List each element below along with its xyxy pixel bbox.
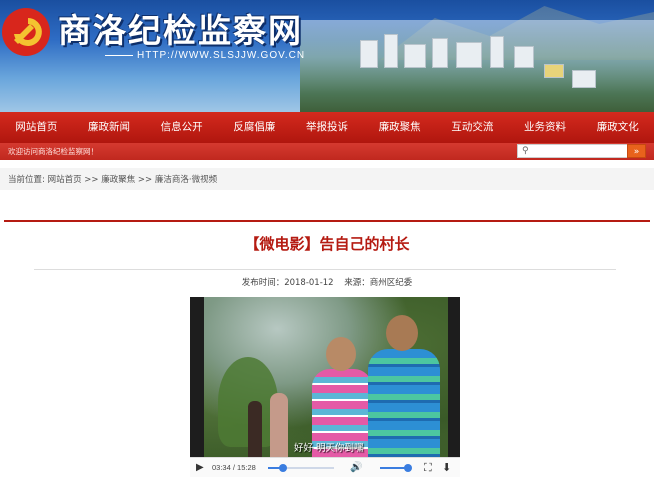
volume-icon[interactable]: 🔊 [350,462,362,473]
video-figure [368,315,440,459]
breadcrumb-text[interactable]: 当前位置: 网站首页 >> 廉政聚焦 >> 廉洁商洛·微视频 [8,173,217,185]
video-figure [248,401,262,457]
banner-cityscape [300,20,654,112]
article-source: 来源：商州区纪委 [344,278,413,288]
video-letterbox-left [190,297,204,477]
progress-handle[interactable] [279,464,288,472]
search-button[interactable]: » [627,144,646,158]
search-input[interactable] [534,146,624,156]
main-nav: 网站首页 廉政新闻 信息公开 反腐倡廉 举报投诉 廉政聚焦 互动交流 业务资料 廉政文化 [0,112,654,143]
section-divider [4,220,650,222]
volume-slider[interactable] [380,464,412,472]
video-figure [312,337,372,459]
nav-item[interactable]: 网站首页 [0,112,73,143]
video-time: 03:34 / 15:28 [212,463,256,472]
nav-item[interactable]: 廉政文化 [581,112,654,143]
header-banner: 商洛纪检监察网 HTTP://WWW.SLSJJW.GOV.CN [0,0,654,112]
welcome-bar: 欢迎访问商洛纪检监察网！ ⚲ » [0,143,654,160]
nav-item[interactable]: 举报投诉 [291,112,364,143]
welcome-message: 欢迎访问商洛纪检监察网！ [8,147,98,156]
video-letterbox-right [448,297,460,477]
nav-item[interactable]: 互动交流 [436,112,509,143]
volume-handle[interactable] [404,464,412,472]
article-meta: 发布时间：2018-01-12 来源：商州区纪委 [0,276,654,288]
video-controls: ▶ 03:34 / 15:28 🔊 ⛶ ⬇ [190,457,460,477]
site-title[interactable]: 商洛纪检监察网 [58,4,303,52]
nav-item[interactable]: 业务资料 [509,112,582,143]
video-subtitle: 好好 明天你到嘿 [294,443,364,454]
article-title: 【微电影】告自己的村长 [244,235,410,253]
nav-item[interactable]: 廉政聚焦 [363,112,436,143]
progress-bar[interactable] [268,464,334,472]
title-divider [34,269,616,270]
fullscreen-icon[interactable]: ⛶ [424,461,432,475]
download-icon[interactable]: ⬇ [442,461,451,474]
breadcrumb: 当前位置: 网站首页 >> 廉政聚焦 >> 廉洁商洛·微视频 [0,168,654,190]
play-icon[interactable]: ▶ [196,462,204,473]
double-chevron-right-icon: » [633,147,640,157]
site-url: HTTP://WWW.SLSJJW.GOV.CN [105,50,305,61]
video-player[interactable]: 好好 明天你到嘿 ▶ 03:34 / 15:28 🔊 ⛶ ⬇ [190,297,460,477]
video-figure [270,393,288,457]
party-emblem-icon [2,8,50,56]
search-box[interactable]: ⚲ [517,144,629,158]
search-icon: ⚲ [522,146,529,156]
publish-date: 发布时间：2018-01-12 [241,278,334,288]
nav-item[interactable]: 廉政新闻 [73,112,146,143]
nav-item[interactable]: 反腐倡廉 [218,112,291,143]
video-frame[interactable]: 好好 明天你到嘿 [204,297,448,459]
nav-item[interactable]: 信息公开 [145,112,218,143]
